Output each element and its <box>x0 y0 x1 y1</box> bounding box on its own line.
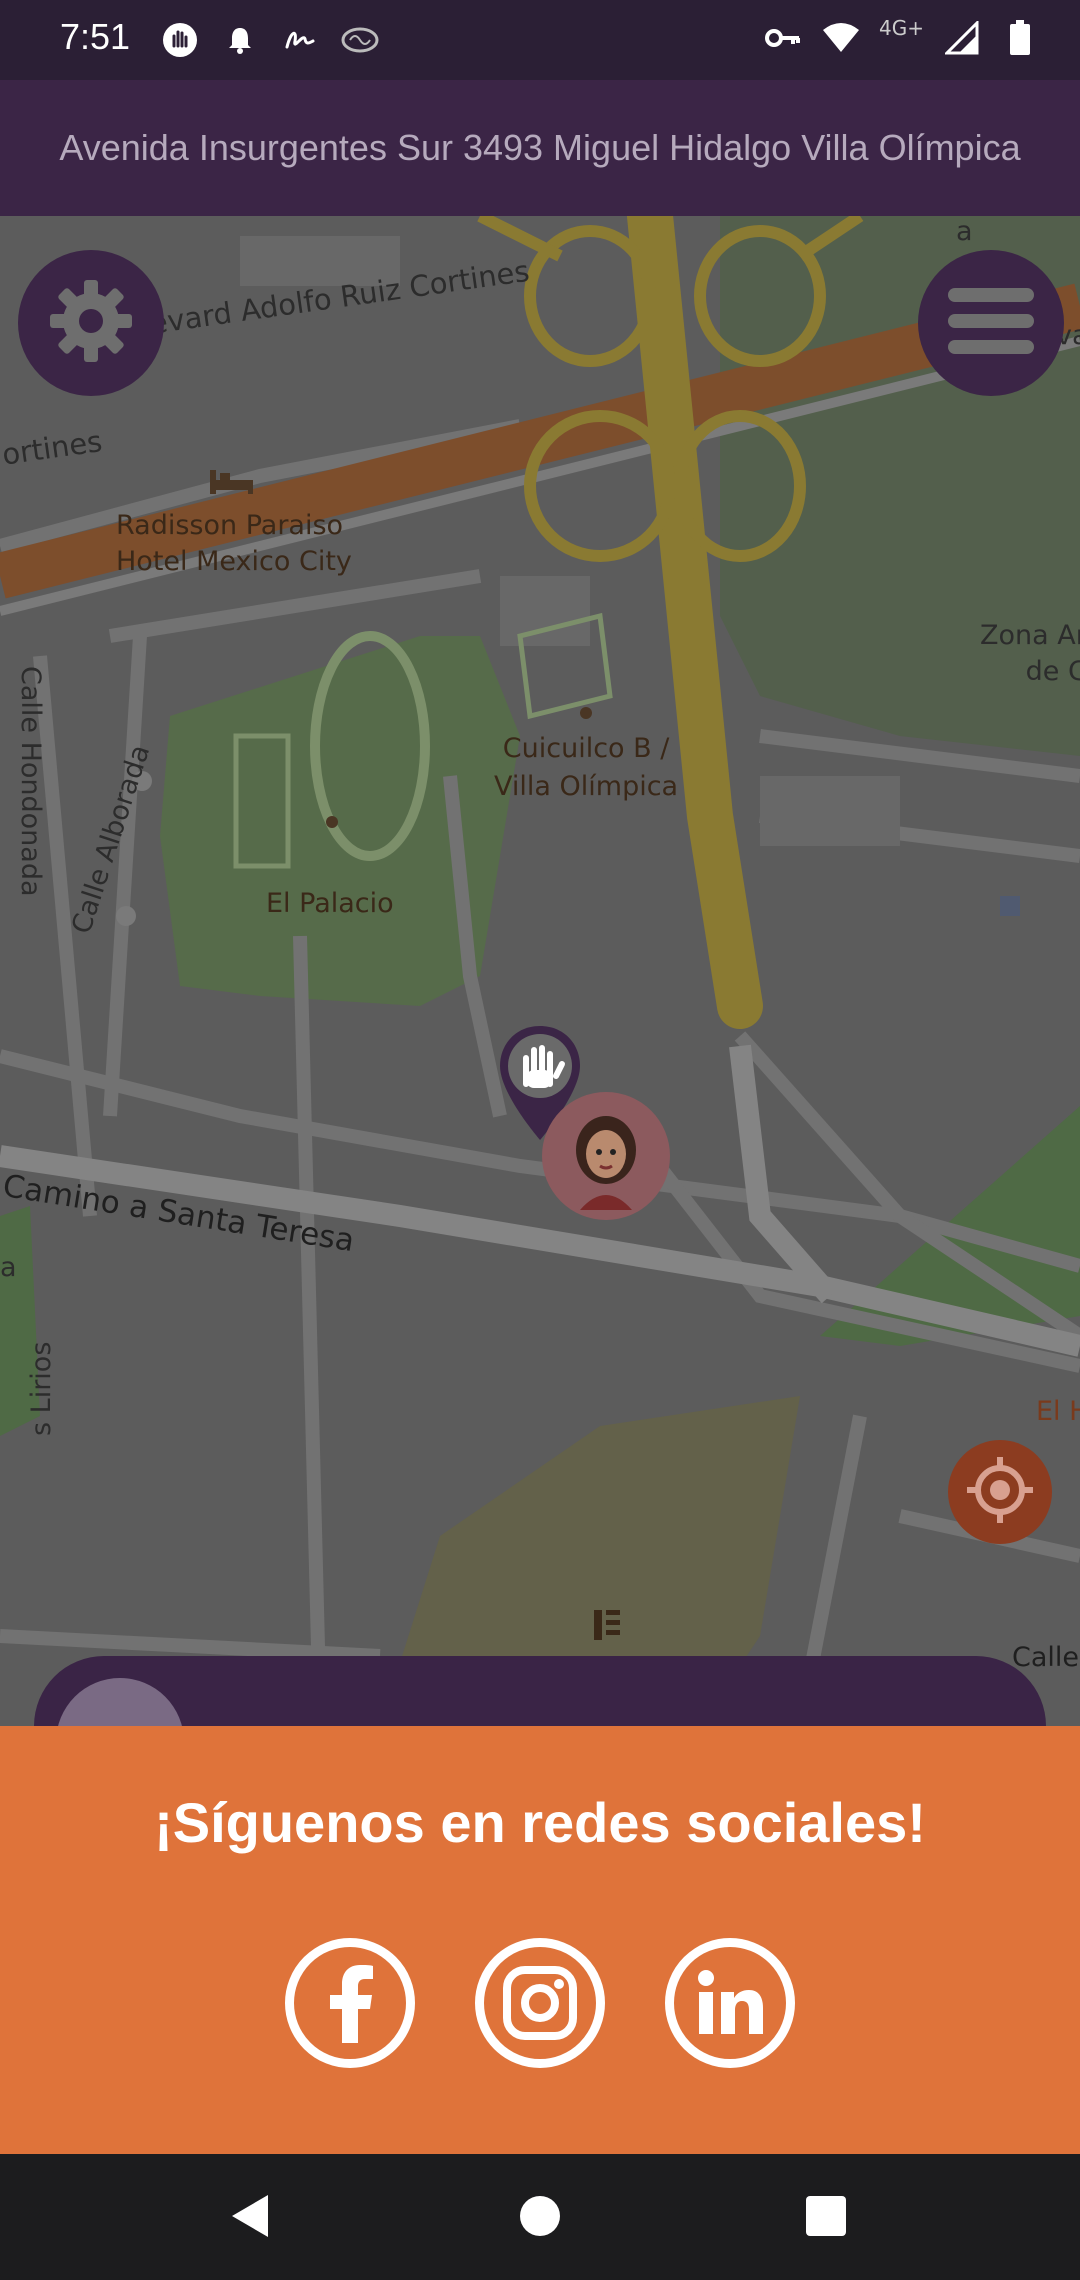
target-icon <box>965 1455 1035 1529</box>
hand-app-icon <box>160 20 200 60</box>
map-label-a-left: a <box>0 1252 17 1283</box>
gear-icon <box>46 276 136 370</box>
social-icons <box>0 1938 1080 2068</box>
status-right-icons: 4G+ <box>763 16 1040 58</box>
wifi-icon <box>821 18 861 58</box>
linkedin-icon[interactable] <box>665 1938 795 2068</box>
hamburger-icon <box>948 286 1034 360</box>
facebook-icon[interactable] <box>285 1938 415 2068</box>
status-left-icons <box>160 20 380 60</box>
map-canvas <box>0 216 1080 1726</box>
map-label-palacio: El Palacio <box>266 888 394 919</box>
map-label-cuicuilco: Cuicuilco B / Villa Olímpica <box>494 733 679 802</box>
battery-icon <box>1000 18 1040 58</box>
home-button[interactable] <box>510 2186 570 2246</box>
recents-button[interactable] <box>796 2186 856 2246</box>
settings-button[interactable] <box>18 250 164 396</box>
locate-button[interactable] <box>948 1440 1052 1544</box>
status-bar: 7:51 4G+ <box>0 0 1080 80</box>
instagram-icon[interactable] <box>475 1938 605 2068</box>
map-view[interactable]: Boulevard Adolfo Ruiz Cortines ortines R… <box>0 216 1080 1726</box>
map-label-hondonada: Calle Hondonada <box>15 666 46 897</box>
bell-icon <box>220 20 260 60</box>
menu-button[interactable] <box>918 250 1064 396</box>
navigation-bar <box>0 2154 1080 2280</box>
map-label-a-top: a <box>956 216 973 247</box>
back-button[interactable] <box>220 2186 280 2246</box>
key-icon <box>763 18 803 58</box>
brain-icon <box>340 20 380 60</box>
social-banner: ¡Síguenos en redes sociales! <box>0 1726 1080 2154</box>
map-label-lirios: s Lirios <box>26 1341 57 1436</box>
map-label-radisson: Radisson Paraiso Hotel Mexico City <box>116 510 352 577</box>
signature-icon <box>280 20 320 60</box>
social-title: ¡Síguenos en redes sociales! <box>154 1791 926 1854</box>
map-label-el-h: El H <box>1036 1396 1080 1427</box>
address-header: Avenida Insurgentes Sur 3493 Miguel Hida… <box>0 80 1080 216</box>
cell-signal-icon <box>942 18 982 58</box>
map-label-calle-right: Calle <box>1012 1642 1080 1673</box>
status-time: 7:51 <box>60 16 131 57</box>
network-label: 4G+ <box>879 16 924 40</box>
map-label-zona: Zona Ar de C <box>980 620 1080 687</box>
current-address: Avenida Insurgentes Sur 3493 Miguel Hida… <box>59 127 1021 168</box>
